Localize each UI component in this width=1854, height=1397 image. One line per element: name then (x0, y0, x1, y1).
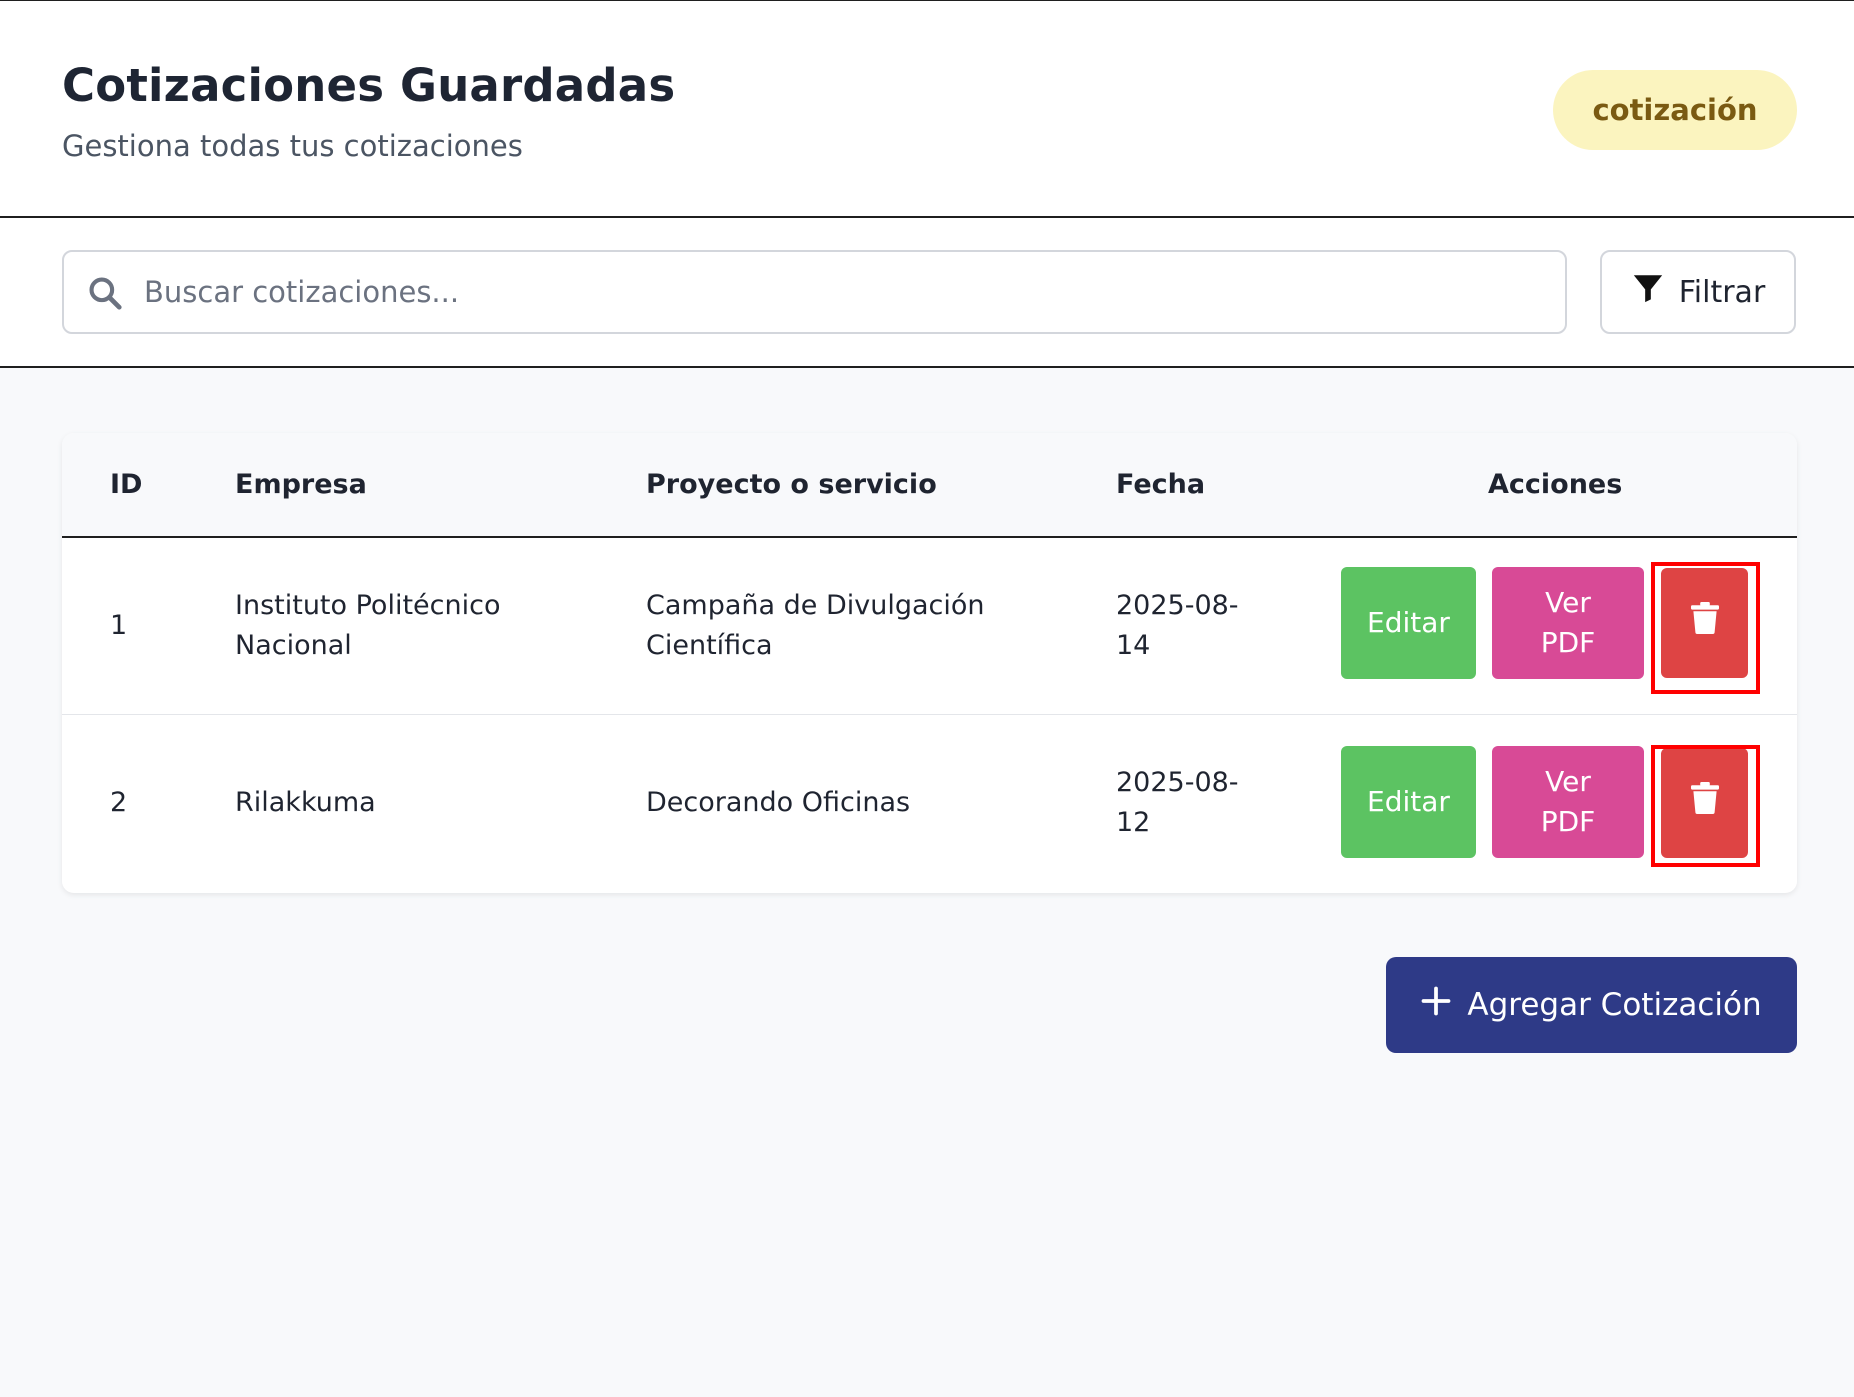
cell-empresa: Rilakkuma (235, 783, 376, 823)
header-fecha: Fecha (1116, 469, 1206, 500)
view-pdf-button[interactable]: Ver PDF (1492, 567, 1644, 679)
cell-proyecto-line: Científica (646, 630, 773, 661)
cell-fecha-line: 2025-08- (1116, 767, 1239, 798)
trash-icon (1690, 601, 1719, 645)
view-pdf-button[interactable]: Ver PDF (1492, 746, 1644, 858)
cell-id: 2 (110, 787, 128, 818)
cell-fecha: 2025-08- 12 (1116, 763, 1239, 843)
cell-empresa-line: Nacional (235, 630, 352, 661)
search-box[interactable] (62, 250, 1567, 334)
cell-proyecto-line: Campaña de Divulgación (646, 590, 985, 621)
edit-button[interactable]: Editar (1341, 567, 1476, 679)
header-empresa: Empresa (235, 469, 367, 500)
view-pdf-label: PDF (1540, 626, 1596, 659)
edit-label: Editar (1367, 606, 1450, 639)
cell-fecha-line: 12 (1116, 807, 1151, 838)
toolbar: Filtrar (0, 218, 1854, 368)
type-badge: cotización (1553, 70, 1797, 150)
delete-button[interactable] (1661, 748, 1748, 858)
filter-label: Filtrar (1678, 274, 1766, 310)
cell-empresa: Instituto Politécnico Nacional (235, 586, 500, 666)
cell-proyecto: Campaña de Divulgación Científica (646, 586, 985, 666)
view-pdf-label: Ver (1545, 765, 1591, 798)
quotes-table: ID Empresa Proyecto o servicio Fecha Acc… (62, 433, 1797, 893)
search-input[interactable] (144, 262, 1544, 322)
header-proyecto: Proyecto o servicio (646, 469, 937, 500)
page-subtitle: Gestiona todas tus cotizaciones (62, 129, 523, 163)
filter-icon (1631, 271, 1665, 313)
cell-empresa-line: Instituto Politécnico (235, 590, 501, 621)
view-pdf-label: PDF (1540, 805, 1596, 838)
table-row: 2 Rilakkuma Decorando Oficinas 2025-08- … (62, 715, 1797, 892)
header-acciones: Acciones (1488, 469, 1623, 500)
cell-proyecto: Decorando Oficinas (646, 783, 910, 823)
add-quote-button[interactable]: Agregar Cotización (1386, 957, 1797, 1053)
cell-empresa-line: Rilakkuma (235, 787, 376, 818)
plus-icon (1421, 986, 1451, 1024)
delete-button[interactable] (1661, 568, 1748, 678)
table-header: ID Empresa Proyecto o servicio Fecha Acc… (62, 433, 1797, 538)
cell-fecha-line: 14 (1116, 630, 1151, 661)
search-icon (86, 274, 124, 312)
header-id: ID (110, 469, 143, 500)
cell-fecha-line: 2025-08- (1116, 590, 1239, 621)
edit-button[interactable]: Editar (1341, 746, 1476, 858)
page-title: Cotizaciones Guardadas (62, 59, 676, 112)
page-header: Cotizaciones Guardadas Gestiona todas tu… (0, 0, 1854, 218)
trash-icon (1690, 781, 1719, 825)
view-pdf-label: Ver (1545, 586, 1591, 619)
table-row: 1 Instituto Politécnico Nacional Campaña… (62, 538, 1797, 715)
cell-proyecto-line: Decorando Oficinas (646, 787, 911, 818)
add-quote-label: Agregar Cotización (1467, 987, 1762, 1023)
filter-button[interactable]: Filtrar (1600, 250, 1796, 334)
edit-label: Editar (1367, 785, 1450, 818)
cell-id: 1 (110, 610, 128, 641)
cell-fecha: 2025-08- 14 (1116, 586, 1239, 666)
